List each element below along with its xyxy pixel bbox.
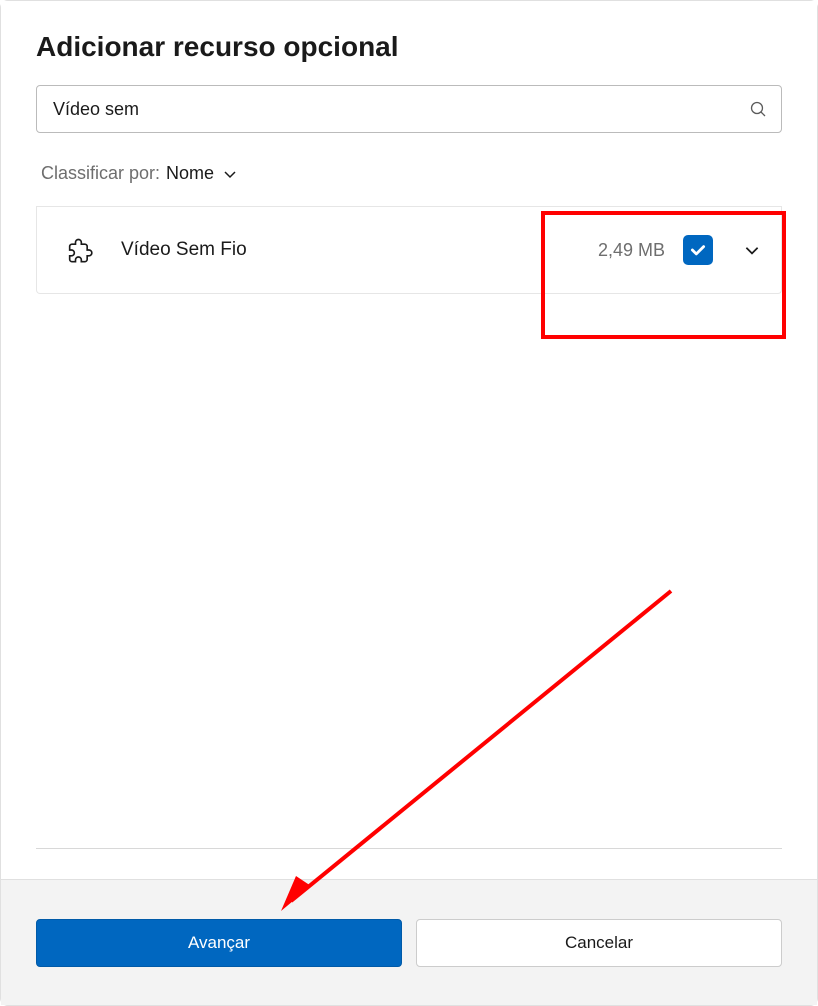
feature-list: Vídeo Sem Fio 2,49 MB bbox=[36, 206, 782, 294]
dialog-title: Adicionar recurso opcional bbox=[36, 31, 782, 63]
sort-label: Classificar por: bbox=[41, 163, 160, 184]
search-input[interactable] bbox=[36, 85, 782, 133]
feature-size: 2,49 MB bbox=[598, 240, 665, 261]
sort-value: Nome bbox=[166, 163, 214, 184]
next-button[interactable]: Avançar bbox=[36, 919, 402, 967]
cancel-button[interactable]: Cancelar bbox=[416, 919, 782, 967]
feature-name: Vídeo Sem Fio bbox=[121, 239, 598, 261]
dialog-footer: Avançar Cancelar bbox=[1, 879, 817, 1005]
chevron-down-icon[interactable] bbox=[743, 241, 761, 259]
footer-separator bbox=[36, 848, 782, 849]
chevron-down-icon bbox=[222, 166, 238, 182]
search-wrapper bbox=[36, 85, 782, 133]
puzzle-icon bbox=[65, 236, 93, 264]
feature-row[interactable]: Vídeo Sem Fio 2,49 MB bbox=[36, 207, 782, 294]
feature-checkbox[interactable] bbox=[683, 235, 713, 265]
sort-dropdown[interactable]: Classificar por: Nome bbox=[36, 163, 782, 184]
search-icon bbox=[750, 101, 766, 117]
